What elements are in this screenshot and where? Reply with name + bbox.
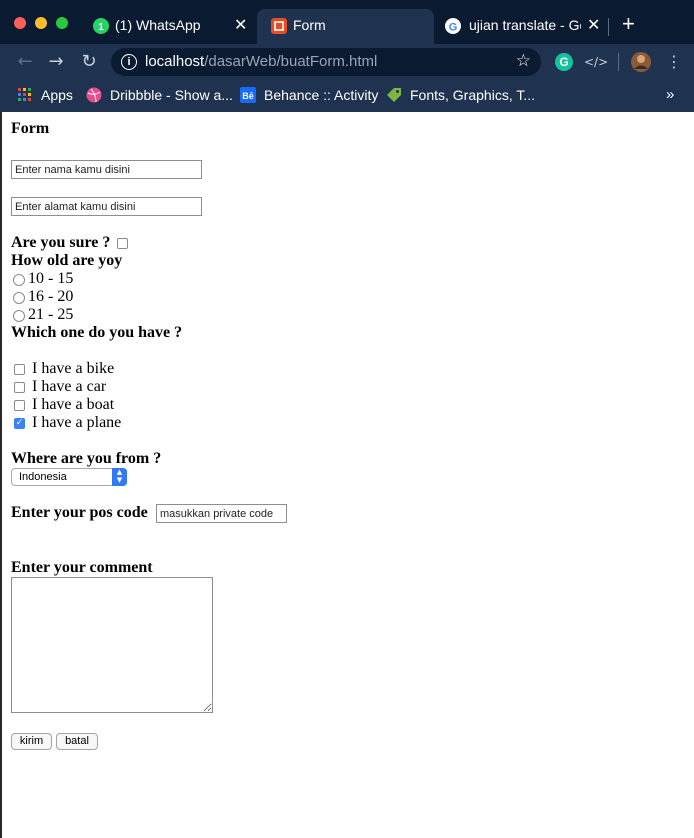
from-label: Where are you from ? [11, 450, 162, 467]
have-option-label: I have a bike [32, 360, 115, 377]
form-title: Form [11, 120, 50, 137]
age-option-label: 16 - 20 [28, 288, 74, 305]
tab-label: ujian translate - Goo [469, 17, 581, 33]
bookmark-label: Dribbble - Show a... [110, 87, 233, 103]
back-arrow-icon[interactable]: ← [13, 50, 37, 74]
plane-checkbox[interactable]: ✓ [14, 418, 25, 429]
minimize-window-button[interactable] [35, 17, 47, 29]
behance-icon: Bē [240, 87, 256, 103]
more-bookmarks-chevron-icon[interactable]: » [666, 86, 674, 106]
address-bar[interactable]: i localhost/dasarWeb/buatForm.html ☆ [111, 48, 541, 76]
bike-checkbox[interactable] [14, 364, 25, 375]
boat-checkbox[interactable] [14, 400, 25, 411]
svg-text:G: G [449, 22, 458, 34]
have-option-label: I have a plane [32, 414, 122, 431]
menu-kebab-icon[interactable]: ⋮ [662, 50, 686, 74]
url-text: localhost/dasarWeb/buatForm.html [145, 53, 377, 70]
age-option-label: 10 - 15 [28, 270, 74, 287]
browser-window: 1 (1) WhatsApp ✕ Form G ujian translate … [0, 0, 694, 838]
svg-text:1: 1 [98, 22, 104, 33]
apps-grid-icon [17, 87, 33, 103]
bookmarks-bar: Apps Dribbble - Show a... Bē Behance :: … [0, 80, 694, 112]
window-left-edge [0, 112, 2, 838]
maximize-window-button[interactable] [56, 17, 68, 29]
code-extension-icon[interactable]: </> [584, 50, 608, 74]
pos-code-input[interactable] [156, 504, 287, 523]
tag-icon [386, 87, 402, 103]
svg-text:Bē: Bē [242, 91, 254, 101]
pos-label: Enter your pos code [11, 504, 148, 521]
tab-strip: 1 (1) WhatsApp ✕ Form G ujian translate … [0, 0, 694, 44]
grammarly-extension-icon[interactable]: G [552, 50, 576, 74]
forward-arrow-icon[interactable]: → [44, 50, 68, 74]
age-radio[interactable] [13, 310, 25, 322]
car-checkbox[interactable] [14, 382, 25, 393]
google-icon: G [445, 18, 461, 34]
reload-icon[interactable]: ↻ [77, 50, 101, 74]
age-radio[interactable] [13, 292, 25, 304]
browser-toolbar: ← → ↻ i localhost/dasarWeb/buatForm.html… [0, 44, 694, 80]
name-input[interactable] [11, 160, 202, 179]
tab-google-translate[interactable]: G ujian translate - Goo ✕ [434, 9, 606, 44]
sure-label: Are you sure ? [11, 234, 111, 251]
close-tab-icon[interactable]: ✕ [234, 15, 247, 35]
svg-text:G: G [559, 55, 568, 69]
select-arrows-icon: ▲ ▼ [112, 468, 127, 486]
age-label: How old are yoy [11, 252, 123, 269]
country-select[interactable]: Indonesia ▲ ▼ [11, 468, 127, 486]
plus-icon: + [622, 11, 635, 36]
age-radio[interactable] [13, 274, 25, 286]
profile-avatar[interactable] [629, 50, 653, 74]
tab-divider [608, 18, 609, 36]
cancel-button[interactable]: batal [56, 733, 98, 750]
bookmark-label: Behance :: Activity [264, 87, 379, 103]
new-tab-button[interactable]: + [616, 9, 646, 44]
comment-label: Enter your comment [11, 559, 153, 576]
tab-label: (1) WhatsApp [115, 17, 201, 33]
have-option-label: I have a car [32, 378, 107, 395]
have-option-label: I have a boat [32, 396, 115, 413]
bookmark-label: Apps [41, 87, 73, 103]
tab-label: Form [293, 17, 326, 33]
have-label: Which one do you have ? [11, 324, 183, 341]
sure-checkbox[interactable] [117, 238, 128, 249]
tab-form[interactable]: Form [257, 9, 434, 44]
checkmark-icon: ✓ [15, 418, 24, 428]
address-input[interactable] [11, 197, 202, 216]
country-selected-value: Indonesia [19, 471, 67, 483]
dribbble-icon [86, 87, 102, 103]
page-content: Form Are you sure ? How old are yoy 10 -… [0, 112, 694, 838]
bookmark-label: Fonts, Graphics, T... [410, 87, 536, 103]
toolbar-divider [618, 53, 619, 71]
age-option-label: 21 - 25 [28, 306, 74, 323]
url-host: localhost [145, 53, 205, 70]
url-path: /dasarWeb/buatForm.html [204, 53, 378, 70]
submit-button[interactable]: kirim [11, 733, 52, 750]
close-tab-icon[interactable]: ✕ [587, 15, 600, 35]
close-window-button[interactable] [14, 17, 26, 29]
html5-icon [271, 18, 287, 34]
comment-textarea[interactable] [11, 577, 213, 713]
whatsapp-icon: 1 [93, 18, 109, 34]
bookmark-star-icon[interactable]: ☆ [516, 51, 531, 71]
tab-whatsapp[interactable]: 1 (1) WhatsApp ✕ [79, 9, 257, 44]
info-icon[interactable]: i [121, 54, 137, 70]
